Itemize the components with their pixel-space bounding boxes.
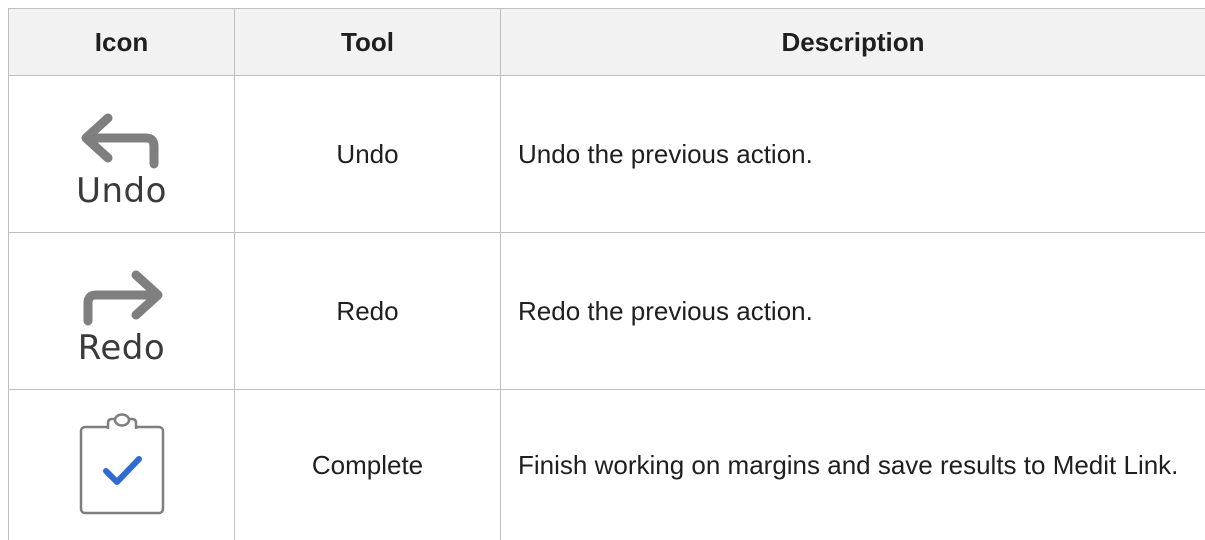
complete-icon-box — [9, 411, 234, 519]
clipboard-check-icon — [77, 411, 167, 519]
table-row: Complete Finish working on margins and s… — [9, 390, 1205, 540]
tool-name: Complete — [235, 390, 501, 540]
icon-cell: Redo — [9, 233, 235, 390]
tool-name: Redo — [235, 233, 501, 390]
table-row: Undo Undo Undo the previous action. — [9, 76, 1205, 233]
redo-arrow-icon — [72, 257, 172, 329]
table-row: Redo Redo Redo the previous action. — [9, 233, 1205, 390]
redo-icon-box: Redo — [9, 257, 234, 365]
tools-table: Icon Tool Description Undo Undo Undo the… — [8, 8, 1205, 540]
tool-description: Redo the previous action. — [501, 233, 1205, 390]
redo-icon-caption: Redo — [78, 331, 165, 365]
undo-icon-caption: Undo — [76, 174, 167, 208]
tool-name: Undo — [235, 76, 501, 233]
icon-cell — [9, 390, 235, 540]
undo-arrow-icon — [72, 100, 172, 172]
tool-description: Undo the previous action. — [501, 76, 1205, 233]
header-description: Description — [501, 9, 1205, 76]
header-row: Icon Tool Description — [9, 9, 1205, 76]
undo-icon-box: Undo — [9, 100, 234, 208]
header-tool: Tool — [235, 9, 501, 76]
icon-cell: Undo — [9, 76, 235, 233]
tool-description: Finish working on margins and save resul… — [501, 390, 1205, 540]
header-icon: Icon — [9, 9, 235, 76]
